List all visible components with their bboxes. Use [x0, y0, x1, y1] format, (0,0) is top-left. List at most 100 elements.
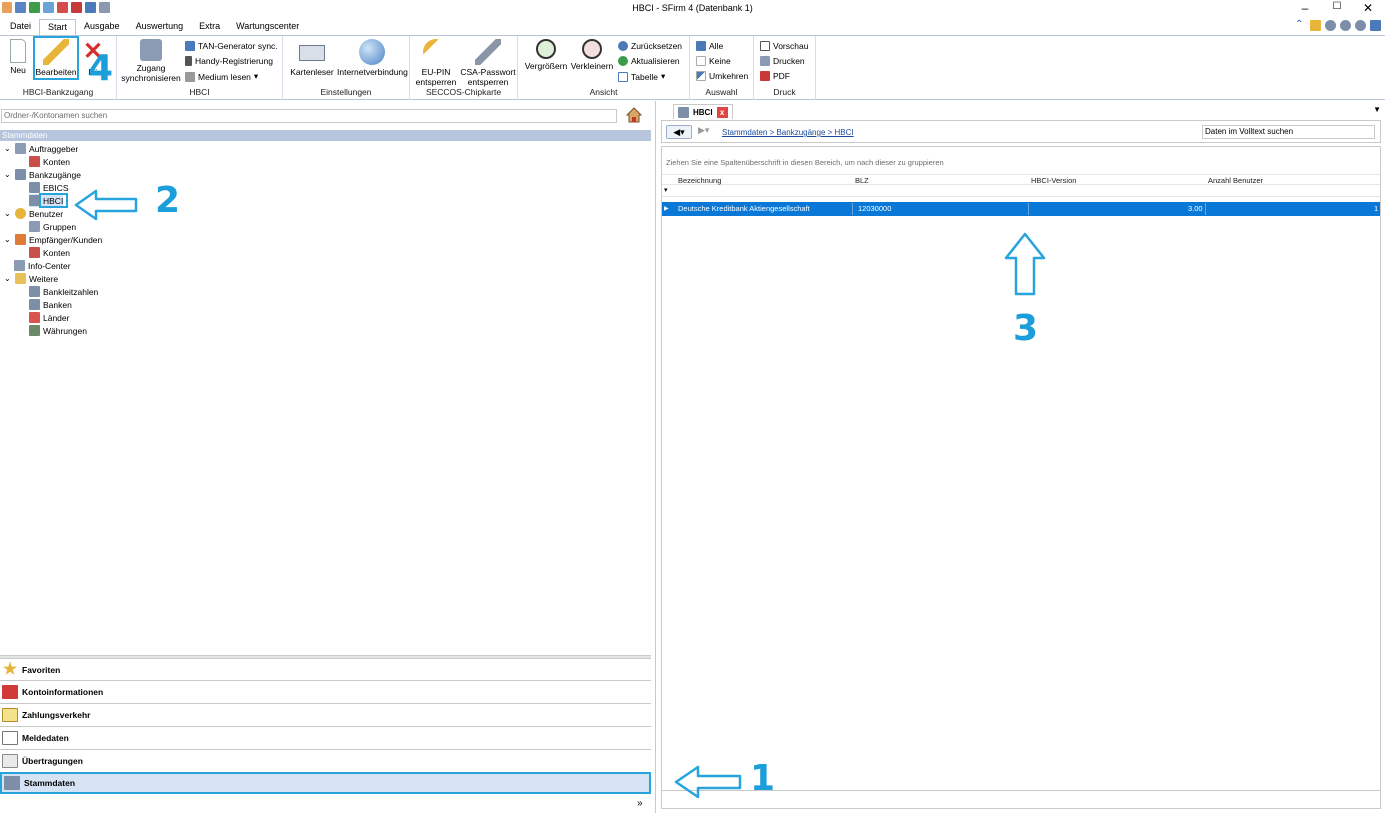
master-data-icon — [4, 776, 20, 790]
table-row[interactable]: ▶ Deutsche Kreditbank Aktiengesellschaft… — [662, 202, 1380, 216]
nav-uebertragungen[interactable]: Übertragungen — [0, 749, 651, 771]
vorschau-button[interactable]: Vorschau — [760, 41, 808, 51]
tree-banken[interactable]: Banken — [29, 298, 72, 311]
select-all-icon — [696, 41, 706, 51]
tab-start[interactable]: Start — [39, 19, 77, 35]
keine-button[interactable]: Keine — [696, 56, 731, 66]
pdf-label: PDF — [773, 71, 790, 81]
chevron-down-icon[interactable]: ⌄ — [4, 235, 12, 244]
tab-dropdown-icon[interactable]: ▼ — [1373, 105, 1381, 114]
refresh-icon — [618, 56, 628, 66]
vorschau-label: Vorschau — [773, 41, 809, 51]
group-hbci: Zugang synchronisieren TAN-Generator syn… — [117, 36, 283, 100]
vergroessern-button[interactable]: Vergrößern — [524, 39, 568, 71]
cell-separator — [1028, 203, 1029, 215]
info-icon[interactable] — [1325, 20, 1336, 31]
document-tab-hbci[interactable]: HBCI x — [673, 104, 733, 119]
nav-meldedaten[interactable]: Meldedaten — [0, 726, 651, 748]
group-druck: Vorschau Drucken PDF Druck — [754, 36, 816, 100]
tree-laender[interactable]: Länder — [29, 311, 69, 324]
options-icon[interactable] — [1370, 20, 1381, 31]
alle-button[interactable]: Alle — [696, 41, 723, 51]
tree-auftraggeber[interactable]: ⌄ Auftraggeber — [4, 142, 78, 155]
pdf-button[interactable]: PDF — [760, 71, 790, 81]
tree-benutzer[interactable]: ⌄ Benutzer — [4, 207, 63, 220]
column-hbci-version[interactable]: HBCI-Version — [1031, 176, 1076, 185]
alle-label: Alle — [709, 41, 724, 51]
tab-ausgabe[interactable]: Ausgabe — [76, 19, 128, 35]
breadcrumb[interactable]: Stammdaten > Bankzugänge > HBCI — [722, 128, 854, 137]
csa-label: CSA-Passwort — [460, 67, 516, 77]
tree-bankleitzahlen[interactable]: Bankleitzahlen — [29, 285, 98, 298]
notes-icon[interactable] — [1310, 20, 1321, 31]
filter-icon: ▾ — [664, 187, 668, 194]
kartenleser-button[interactable]: Kartenleser — [287, 39, 337, 77]
nav-zahlungsverkehr[interactable]: Zahlungsverkehr — [0, 703, 651, 725]
fulltext-search-input[interactable]: Daten im Volltext suchen — [1202, 125, 1375, 139]
accounts-icon — [29, 247, 40, 258]
nav-label: Kontoinformationen — [22, 686, 104, 697]
close-button[interactable]: ✕ — [1353, 1, 1383, 15]
forward-button[interactable]: ▶▾ — [698, 125, 718, 139]
eu-pin-button[interactable]: EU-PIN entsperren — [414, 39, 458, 87]
maximize-button[interactable]: ☐ — [1322, 1, 1352, 12]
handy-registrierung-button[interactable]: Handy-Registrierung — [185, 56, 273, 66]
neu-button[interactable]: Neu — [6, 39, 30, 75]
umkehren-button[interactable]: Umkehren — [696, 71, 748, 81]
filter-row[interactable]: ▾ — [662, 185, 1380, 197]
internetverbindung-button[interactable]: Internetverbindung — [337, 39, 408, 77]
column-bezeichnung[interactable]: Bezeichnung — [678, 176, 721, 185]
dropdown-arrow-icon: ▾ — [253, 71, 259, 81]
tree-weitere[interactable]: ⌄ Weitere — [4, 272, 58, 285]
chevron-down-icon[interactable]: ⌄ — [4, 144, 12, 153]
column-anzahl-benutzer[interactable]: Anzahl Benutzer — [1208, 176, 1263, 185]
tab-datei[interactable]: Datei — [2, 19, 39, 35]
drucken-label: Drucken — [773, 56, 805, 66]
tab-extra[interactable]: Extra — [191, 19, 228, 35]
group-seccos: EU-PIN entsperren CSA-Passwort entsperre… — [410, 36, 518, 100]
highlight-hbci-node — [39, 193, 68, 208]
tree-konten-auftraggeber[interactable]: Konten — [29, 155, 70, 168]
drucken-button[interactable]: Drucken — [760, 56, 805, 66]
collapse-ribbon-icon[interactable]: ⌃ — [1295, 20, 1306, 31]
zugang-synchronisieren-button[interactable]: Zugang synchronisieren — [121, 39, 181, 83]
back-button[interactable]: ◀▾ — [666, 125, 692, 139]
chevron-more-icon[interactable]: » — [637, 798, 643, 809]
tree-waehrungen[interactable]: Währungen — [29, 324, 87, 337]
tabelle-button[interactable]: Tabelle ▾ — [618, 71, 665, 82]
chat-icon[interactable] — [1355, 20, 1366, 31]
cell-separator — [852, 203, 853, 215]
nav-kontoinformationen[interactable]: Kontoinformationen — [0, 680, 651, 702]
aktualisieren-button[interactable]: Aktualisieren — [618, 56, 680, 66]
medium-lesen-button[interactable]: Medium lesen ▾ — [185, 71, 258, 82]
support-icon[interactable] — [1340, 20, 1351, 31]
folder-search-input[interactable]: Ordner-/Kontonamen suchen — [1, 109, 617, 123]
tan-generator-button[interactable]: TAN-Generator sync. — [185, 41, 278, 51]
tree-infocenter[interactable]: Info-Center — [14, 259, 71, 272]
csa-passwort-button[interactable]: CSA-Passwort entsperren — [460, 39, 516, 87]
zuruecksetzen-button[interactable]: Zurücksetzen — [618, 41, 682, 51]
verkleinern-button[interactable]: Verkleinern — [570, 39, 614, 71]
payment-icon — [2, 707, 18, 722]
tab-auswertung[interactable]: Auswertung — [128, 19, 192, 35]
title-bar: HBCI - SFirm 4 (Datenbank 1) – ☐ ✕ — [0, 0, 1385, 18]
column-blz[interactable]: BLZ — [855, 176, 869, 185]
cell-anzahl-benutzer: 1 — [1374, 204, 1379, 213]
document-tab-label: HBCI — [693, 107, 713, 117]
chevron-down-icon[interactable]: ⌄ — [4, 274, 12, 283]
chevron-down-icon[interactable]: ⌄ — [4, 209, 12, 218]
close-tab-icon[interactable]: x — [716, 106, 728, 118]
home-icon[interactable] — [625, 106, 643, 124]
group-label-auswahl: Auswahl — [705, 87, 738, 97]
nav-stammdaten[interactable]: Stammdaten — [0, 772, 651, 794]
accounts-icon — [29, 156, 40, 167]
tab-wartungscenter[interactable]: Wartungscenter — [228, 19, 307, 35]
chevron-down-icon[interactable]: ⌄ — [4, 170, 12, 179]
tree-bankzugaenge[interactable]: ⌄ Bankzugänge — [4, 168, 81, 181]
tree-konten-empfaenger[interactable]: Konten — [29, 246, 70, 259]
tree-gruppen[interactable]: Gruppen — [29, 220, 76, 233]
nav-label: Zahlungsverkehr — [22, 709, 91, 720]
tree-empfaenger[interactable]: ⌄ Empfänger/Kunden — [4, 233, 102, 246]
minimize-button[interactable]: – — [1290, 1, 1320, 15]
nav-favoriten[interactable]: ★ Favoriten — [0, 658, 651, 680]
